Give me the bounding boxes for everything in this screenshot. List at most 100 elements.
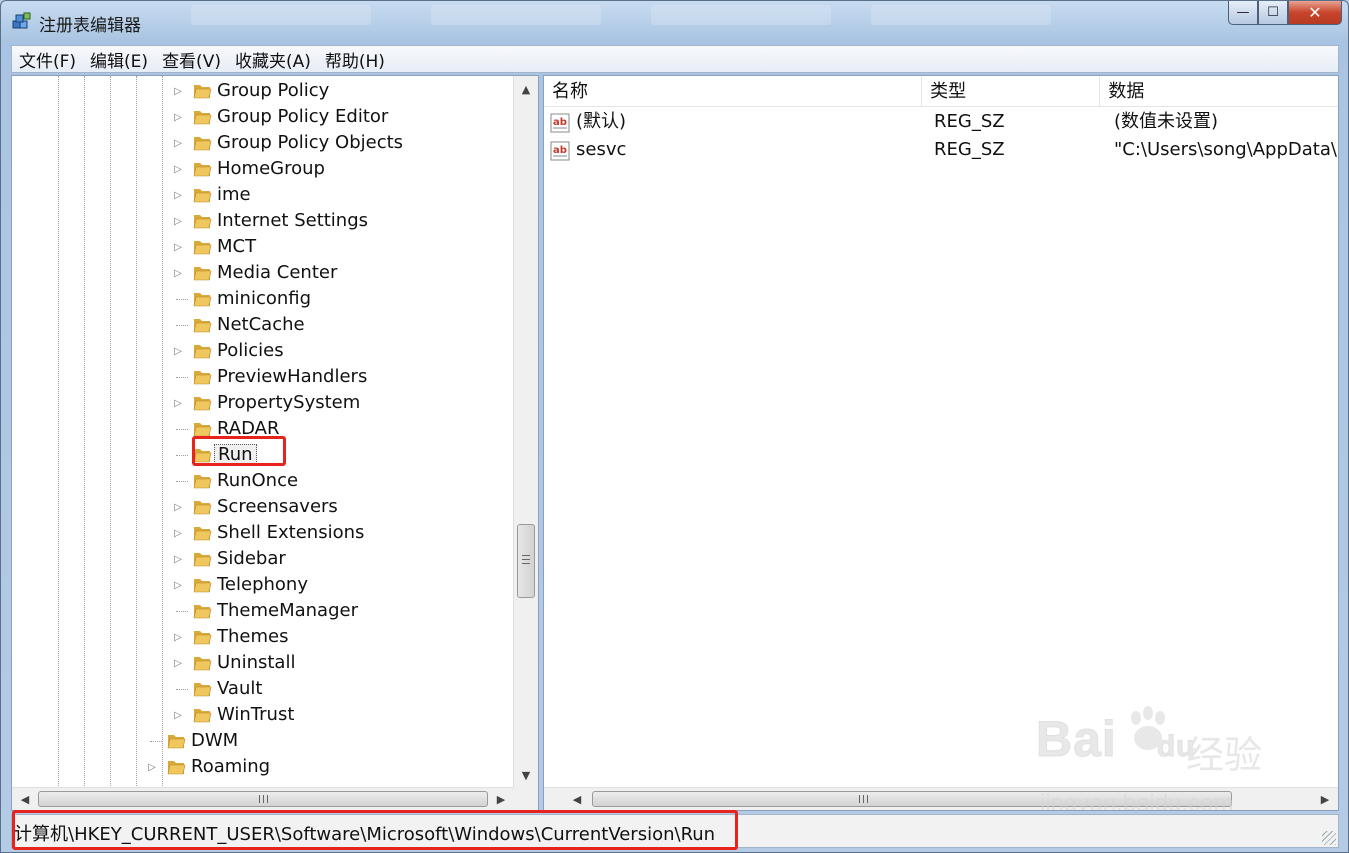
window-controls: — ☐ ✕ <box>1228 1 1342 27</box>
tree-node-label: ime <box>217 184 251 205</box>
menu-bar: 文件(F) 编辑(E) 查看(V) 收藏夹(A) 帮助(H) <box>11 45 1339 73</box>
tree-node[interactable]: miniconfig <box>12 286 512 312</box>
key-tree-pane[interactable]: ▷ Group Policy ▷ Group Policy Editor ▷ Group … <box>11 75 539 811</box>
tree-node[interactable]: ▷ Group Policy <box>12 78 512 104</box>
expand-arrow-icon[interactable]: ▷ <box>172 578 184 592</box>
folder-icon <box>193 293 212 307</box>
folder-icon <box>193 111 212 125</box>
expand-arrow-icon[interactable]: ▷ <box>146 760 158 774</box>
expand-arrow-icon[interactable]: ▷ <box>172 162 184 176</box>
tree-node[interactable]: ▷ Group Policy Objects <box>12 130 512 156</box>
values-list-pane[interactable]: 名称 类型 数据 ab (默认) REG_SZ (数值未设置) ab sesvc… <box>543 75 1339 811</box>
expand-arrow-icon[interactable]: ▷ <box>172 344 184 358</box>
tree-node[interactable]: ▷ WinTrust <box>12 702 512 728</box>
folder-icon <box>193 501 212 515</box>
expand-arrow-icon[interactable]: ▷ <box>172 630 184 644</box>
run-highlight-box <box>192 436 286 466</box>
folder-icon <box>193 137 212 151</box>
expand-arrow-icon[interactable]: ▷ <box>172 84 184 98</box>
tree-connector <box>176 455 188 456</box>
tree-node[interactable]: ▷ Uninstall <box>12 650 512 676</box>
tree-node-label: HomeGroup <box>217 158 325 179</box>
tree-node-label: Internet Settings <box>217 210 369 231</box>
tree-node[interactable]: ▷ HomeGroup <box>12 156 512 182</box>
tree-connector <box>176 377 188 378</box>
tree-node[interactable]: RunOnce <box>12 468 512 494</box>
value-name: (默认) <box>576 111 627 132</box>
expand-arrow-icon[interactable]: ▷ <box>172 708 184 722</box>
scroll-down-arrow-icon[interactable]: ▼ <box>515 764 537 786</box>
menu-view[interactable]: 查看(V) <box>155 47 228 72</box>
scroll-up-arrow-icon[interactable]: ▲ <box>515 78 537 100</box>
folder-icon <box>193 267 212 281</box>
column-header-data[interactable]: 数据 <box>1100 76 1338 106</box>
scroll-left-arrow-icon[interactable]: ◀ <box>566 788 588 810</box>
close-button[interactable]: ✕ <box>1288 1 1342 25</box>
window-title: 注册表编辑器 <box>39 16 141 36</box>
column-header-type[interactable]: 类型 <box>922 76 1101 106</box>
expand-arrow-icon[interactable]: ▷ <box>172 188 184 202</box>
tree-node[interactable]: ▷ MCT <box>12 234 512 260</box>
tree-vertical-scrollbar[interactable]: ▲ ▼ <box>513 76 538 788</box>
tree-node[interactable]: ▷ Screensavers <box>12 494 512 520</box>
tree-node[interactable]: ▷ Internet Settings <box>12 208 512 234</box>
baidu-jingyan-watermark: Bai du 经验 jingyan.baidu.com <box>1036 704 1296 811</box>
tree-node[interactable]: ▷ Sidebar <box>12 546 512 572</box>
watermark-url: jingyan.baidu.com <box>1040 790 1234 811</box>
expand-arrow-icon[interactable]: ▷ <box>172 240 184 254</box>
tree-scroll-thumb[interactable] <box>517 524 535 598</box>
expand-arrow-icon[interactable]: ▷ <box>172 396 184 410</box>
tree-node[interactable]: NetCache <box>12 312 512 338</box>
string-value-icon: ab <box>550 141 570 161</box>
expand-arrow-icon[interactable]: ▷ <box>172 136 184 150</box>
tree-node-label: PreviewHandlers <box>217 366 368 387</box>
tree-node[interactable]: ▷ Media Center <box>12 260 512 286</box>
tree-node[interactable]: ▷ Policies <box>12 338 512 364</box>
list-row[interactable]: ab sesvc REG_SZ "C:\Users\song\AppData\R <box>544 136 1338 164</box>
list-row[interactable]: ab (默认) REG_SZ (数值未设置) <box>544 108 1338 136</box>
expand-arrow-icon[interactable]: ▷ <box>172 214 184 228</box>
menu-favorites[interactable]: 收藏夹(A) <box>228 47 318 72</box>
tree-node[interactable]: ▷ Shell Extensions <box>12 520 512 546</box>
tree-node[interactable]: ▷ Themes <box>12 624 512 650</box>
expand-arrow-icon[interactable]: ▷ <box>172 110 184 124</box>
tree-node[interactable]: ▷ ime <box>12 182 512 208</box>
resize-grip[interactable] <box>1322 831 1336 845</box>
tree-hscroll-thumb[interactable] <box>38 791 488 807</box>
tree-node[interactable]: PreviewHandlers <box>12 364 512 390</box>
tree-connector <box>150 741 162 742</box>
tree-node[interactable]: ThemeManager <box>12 598 512 624</box>
svg-text:ab: ab <box>553 117 567 128</box>
tree-node-label: RunOnce <box>217 470 299 491</box>
tree-node[interactable]: ▷ PropertySystem <box>12 390 512 416</box>
expand-arrow-icon[interactable]: ▷ <box>172 266 184 280</box>
tree-node[interactable]: ▷ Telephony <box>12 572 512 598</box>
tree-node-label: Group Policy <box>217 80 330 101</box>
tree-node-label: Group Policy Editor <box>217 106 389 127</box>
scroll-right-arrow-icon[interactable]: ▶ <box>1314 788 1336 810</box>
menu-help[interactable]: 帮助(H) <box>318 47 392 72</box>
tree-node-label: WinTrust <box>217 704 295 725</box>
tree-horizontal-scrollbar[interactable]: ◀ ▶ <box>12 787 514 810</box>
menu-edit[interactable]: 编辑(E) <box>83 47 155 72</box>
menu-file[interactable]: 文件(F) <box>12 47 83 72</box>
column-header-name[interactable]: 名称 <box>544 76 923 106</box>
tree-node[interactable]: ▷ Roaming <box>12 754 512 780</box>
scroll-left-arrow-icon[interactable]: ◀ <box>14 788 36 810</box>
tree-node[interactable]: ▷ Group Policy Editor <box>12 104 512 130</box>
tree-node[interactable]: DWM <box>12 728 512 754</box>
minimize-button[interactable]: — <box>1228 1 1258 25</box>
expand-arrow-icon[interactable]: ▷ <box>172 500 184 514</box>
folder-icon <box>193 579 212 593</box>
folder-icon <box>167 735 186 749</box>
tree-node[interactable]: Vault <box>12 676 512 702</box>
tree-connector <box>176 325 188 326</box>
expand-arrow-icon[interactable]: ▷ <box>172 552 184 566</box>
expand-arrow-icon[interactable]: ▷ <box>172 656 184 670</box>
maximize-button[interactable]: ☐ <box>1258 1 1288 25</box>
scroll-corner <box>514 788 538 810</box>
tree-node-label: Screensavers <box>217 496 338 517</box>
scroll-right-arrow-icon[interactable]: ▶ <box>490 788 512 810</box>
expand-arrow-icon[interactable]: ▷ <box>172 526 184 540</box>
value-name: sesvc <box>576 139 627 160</box>
